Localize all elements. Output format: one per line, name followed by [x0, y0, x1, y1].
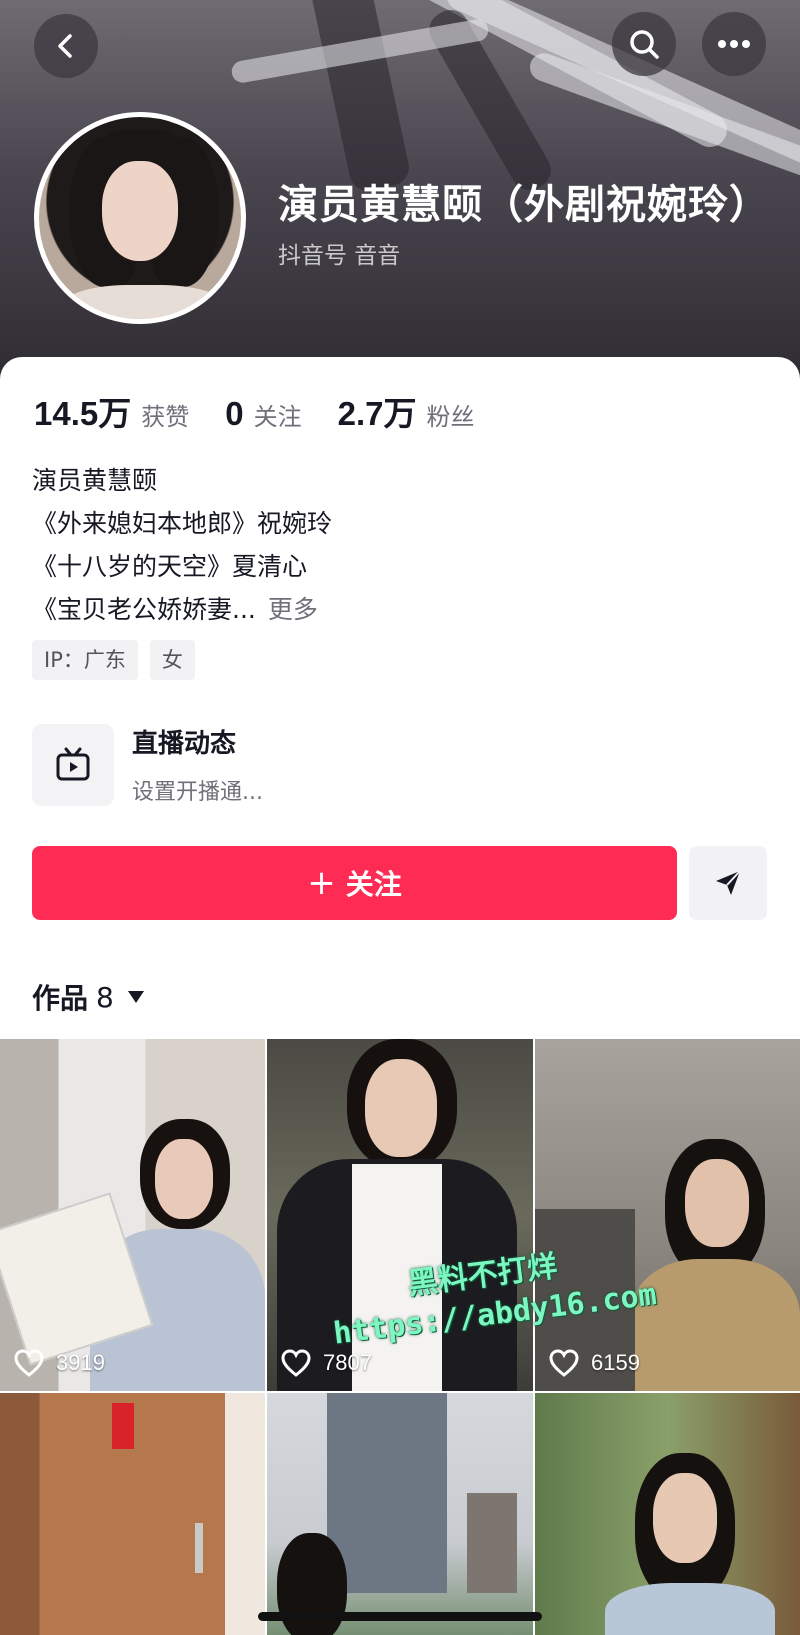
plus-icon: +: [307, 863, 336, 903]
heart-icon: [14, 1349, 44, 1377]
heart-icon: [549, 1349, 579, 1377]
video-likes: 7807: [281, 1349, 372, 1377]
stat-following[interactable]: 0 关注: [225, 395, 301, 433]
video-thumbnail[interactable]: 3919: [0, 1039, 265, 1391]
bio-line-last: 《宝贝老公娇娇妻... 更多: [32, 588, 332, 631]
live-activity-entry[interactable]: 直播动态 设置开播通...: [32, 723, 263, 806]
chevron-left-icon: [58, 34, 72, 58]
stat-following-value: 0: [225, 395, 244, 432]
video-thumbnail[interactable]: [535, 1393, 800, 1635]
video-likes: 3919: [14, 1349, 105, 1377]
stat-followers-label: 粉丝: [426, 403, 475, 431]
share-button[interactable]: [689, 846, 767, 920]
stat-following-label: 关注: [253, 403, 302, 431]
heart-icon: [281, 1349, 311, 1377]
follow-button[interactable]: + 关注: [32, 846, 677, 920]
profile-avatar[interactable]: [34, 112, 246, 324]
live-tv-icon: [32, 723, 114, 806]
stat-likes-value: 14.5万: [34, 395, 132, 432]
stat-likes-label: 获赞: [141, 403, 190, 431]
stat-likes[interactable]: 14.5万 获赞: [34, 387, 189, 435]
profile-tags: IP：广东 女: [32, 640, 207, 680]
live-activity-title: 直播动态: [132, 729, 237, 759]
works-count: 8: [96, 980, 114, 1014]
live-activity-subtitle: 设置开播通...: [132, 780, 263, 805]
video-thumbnail[interactable]: [267, 1393, 533, 1635]
stat-followers[interactable]: 2.7万 粉丝: [338, 387, 475, 435]
profile-stats: 14.5万 获赞 0 关注 2.7万 粉丝: [34, 387, 510, 435]
bio-line: 《十八岁的天空》夏清心: [32, 552, 308, 581]
ip-location-tag: IP：广东: [32, 640, 138, 680]
works-tab-label: 作品: [32, 982, 89, 1015]
bio-line: 《外来媳妇本地郎》祝婉玲: [32, 509, 333, 538]
back-button[interactable]: [34, 14, 98, 78]
bio-more-link[interactable]: 更多: [268, 595, 318, 624]
works-tab[interactable]: 作品 8: [32, 977, 144, 1017]
home-indicator[interactable]: [258, 1612, 542, 1621]
follow-button-label: 关注: [345, 868, 402, 901]
profile-bio: 演员黄慧颐 《外来媳妇本地郎》祝婉玲 《十八岁的天空》夏清心 《宝贝老公娇娇妻.…: [32, 459, 332, 631]
gender-tag: 女: [149, 640, 195, 680]
bio-line-text: 《宝贝老公娇娇妻...: [32, 595, 256, 624]
caret-down-icon: [127, 991, 144, 1003]
video-thumbnail[interactable]: 6159: [535, 1039, 800, 1391]
stat-followers-value: 2.7万: [337, 395, 417, 432]
video-likes: 6159: [549, 1349, 640, 1377]
bio-line: 演员黄慧颐: [32, 466, 158, 495]
more-options-button[interactable]: [702, 12, 766, 76]
search-button[interactable]: [612, 12, 676, 76]
search-icon: [630, 30, 659, 59]
profile-douyin-id: 抖音号 音音: [278, 243, 401, 269]
profile-name: 演员黄慧颐（外剧祝婉玲）: [278, 182, 770, 228]
send-icon: [716, 870, 741, 895]
banner-roof-shape: [307, 0, 413, 194]
video-likes-count: 6159: [591, 1350, 640, 1375]
video-thumbnail[interactable]: [0, 1393, 265, 1635]
more-dots-icon: [718, 40, 750, 48]
video-likes-count: 3919: [56, 1350, 105, 1375]
video-likes-count: 7807: [323, 1350, 372, 1375]
